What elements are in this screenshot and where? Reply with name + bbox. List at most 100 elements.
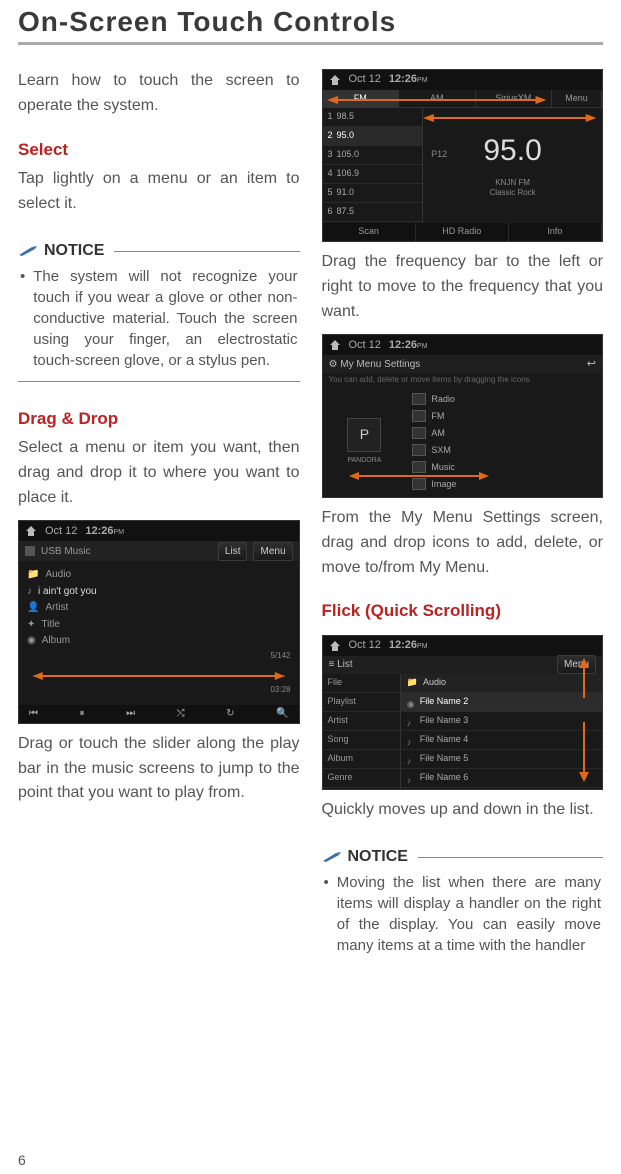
menu-button[interactable]: Menu bbox=[253, 542, 292, 562]
music-icon bbox=[412, 461, 426, 473]
select-body: Tap lightly on a menu or an item to sele… bbox=[18, 167, 300, 217]
station-id: KNJN FM bbox=[423, 178, 602, 188]
home-icon bbox=[329, 74, 341, 86]
info-button[interactable]: Info bbox=[509, 223, 602, 241]
notice-heading: NOTICE bbox=[18, 239, 104, 264]
pandora-tile[interactable]: P bbox=[347, 418, 381, 452]
preset-row[interactable]: 3 105.0 bbox=[323, 146, 423, 165]
preset-freq: 87.5 bbox=[337, 205, 355, 219]
menu-button[interactable]: Menu bbox=[557, 655, 596, 675]
sxm-icon bbox=[412, 444, 426, 456]
preset-row[interactable]: 4106.9 bbox=[323, 165, 423, 184]
preset-row[interactable]: 591.0 bbox=[323, 184, 423, 203]
list-item[interactable]: ♪ File Name 3 bbox=[401, 712, 602, 731]
menu-item[interactable]: Image bbox=[412, 476, 596, 493]
item-label: Music bbox=[431, 461, 455, 475]
flick-screenshot: Oct 12 12:26PM ≡ List Menu File Playlist… bbox=[322, 635, 604, 790]
item-label: File Name 4 bbox=[420, 733, 469, 747]
list-item[interactable]: ♪ File Name 4 bbox=[401, 731, 602, 750]
notice-bullet: • Moving the list when there are many it… bbox=[322, 872, 604, 966]
item-label: Radio bbox=[431, 393, 455, 407]
status-date: Oct 12 bbox=[349, 637, 381, 654]
music-note-icon: ♪ bbox=[407, 736, 415, 744]
file-icon: ◉ bbox=[407, 698, 415, 706]
mymenu-title: My Menu Settings bbox=[340, 359, 420, 370]
notice-heading: NOTICE bbox=[322, 845, 408, 870]
page-title: On-Screen Touch Controls bbox=[18, 0, 603, 45]
category-list: File Playlist Artist Song Album Genre bbox=[323, 674, 401, 789]
category-item[interactable]: Artist bbox=[323, 712, 400, 731]
pencil-icon bbox=[322, 851, 342, 863]
item-label: File Name 3 bbox=[420, 714, 469, 728]
list-item[interactable]: ◉File Name 2 bbox=[401, 693, 602, 712]
preset-freq: 105.0 bbox=[337, 148, 360, 162]
search-button[interactable]: 🔍 bbox=[272, 706, 292, 722]
pause-button[interactable]: ⏸ bbox=[76, 706, 89, 722]
status-date: Oct 12 bbox=[349, 337, 381, 354]
menu-item[interactable]: FM bbox=[412, 408, 596, 425]
track-name: i ain't got you bbox=[38, 584, 97, 600]
menu-item[interactable]: SXM bbox=[412, 442, 596, 459]
notice-label: NOTICE bbox=[348, 845, 408, 870]
mymenu-hint: You can add, delete or move items by dra… bbox=[323, 373, 603, 387]
menu-item[interactable]: AM bbox=[412, 425, 596, 442]
preset-freq: 106.9 bbox=[337, 167, 360, 181]
category-item[interactable]: File bbox=[323, 674, 400, 693]
item-label: FM bbox=[431, 410, 444, 424]
preset-num: 3 bbox=[328, 148, 333, 162]
menu-button[interactable]: Menu bbox=[552, 90, 602, 107]
preset-num: 6 bbox=[328, 205, 333, 219]
flick-caption: Quickly moves up and down in the list. bbox=[322, 798, 604, 823]
intro-text: Learn how to touch the screen to operate… bbox=[18, 69, 300, 119]
tab-siriusxm[interactable]: SiriusXM bbox=[476, 90, 553, 107]
elapsed-time: 03:28 bbox=[27, 684, 291, 696]
preset-row[interactable]: 295.0 bbox=[323, 127, 423, 146]
preset-row[interactable]: 198.5 bbox=[323, 108, 423, 127]
preset-row[interactable]: 687.5 bbox=[323, 203, 423, 222]
next-button[interactable]: ⏭ bbox=[122, 706, 139, 722]
notice-bullet: • The system will not recognize your tou… bbox=[18, 266, 300, 382]
preset-freq: 91.0 bbox=[337, 186, 355, 200]
status-date: Oct 12 bbox=[45, 523, 77, 540]
list-item[interactable]: ♪File Name 5 bbox=[401, 750, 602, 769]
list-button[interactable]: List bbox=[218, 542, 248, 562]
back-button[interactable]: ↩ bbox=[587, 356, 596, 373]
playback-controls: ⏮ ⏸ ⏭ ⤭ ↻ 🔍 bbox=[19, 705, 299, 723]
category-item[interactable]: Song bbox=[323, 731, 400, 750]
status-ampm: PM bbox=[417, 643, 428, 650]
tab-fm[interactable]: FM bbox=[323, 90, 400, 107]
file-list[interactable]: 📁Audio ◉File Name 2 ♪File Name 3 ♪File N… bbox=[401, 674, 602, 789]
category-item[interactable]: Genre bbox=[323, 769, 400, 788]
hd-radio-button[interactable]: HD Radio bbox=[416, 223, 509, 241]
drag-drop-heading: Drag & Drop bbox=[18, 406, 300, 432]
bullet-dot-icon: • bbox=[20, 266, 25, 371]
drag-drop-body: Select a menu or item you want, then dra… bbox=[18, 436, 300, 510]
prev-button[interactable]: ⏮ bbox=[25, 706, 42, 722]
scan-button[interactable]: Scan bbox=[323, 223, 416, 241]
item-label: Image bbox=[431, 478, 456, 492]
meta-title: Title bbox=[41, 617, 60, 633]
shuffle-button[interactable]: ⤭ bbox=[173, 706, 189, 722]
menu-item[interactable]: Music bbox=[412, 459, 596, 476]
tab-am[interactable]: AM bbox=[399, 90, 476, 107]
home-icon bbox=[25, 525, 37, 537]
progress-track[interactable] bbox=[33, 675, 285, 677]
category-item[interactable]: Playlist bbox=[323, 693, 400, 712]
notice-text: The system will not recognize your touch… bbox=[33, 266, 297, 371]
track-count: 5/142 bbox=[27, 650, 291, 662]
status-ampm: PM bbox=[417, 77, 428, 84]
category-item[interactable]: Album bbox=[323, 750, 400, 769]
music-note-icon: ♪ bbox=[407, 717, 415, 725]
preset-num: 5 bbox=[328, 186, 333, 200]
preset-num: 1 bbox=[328, 110, 333, 124]
flick-heading: Flick (Quick Scrolling) bbox=[322, 598, 604, 624]
item-label: File Name 6 bbox=[420, 771, 469, 785]
preset-num: 2 bbox=[328, 129, 333, 143]
status-time: 12:26 bbox=[389, 73, 417, 85]
repeat-button[interactable]: ↻ bbox=[222, 706, 238, 722]
radio-screenshot: Oct 12 12:26PM FM AM SiriusXM Menu bbox=[322, 69, 604, 242]
menu-item[interactable]: Radio bbox=[412, 391, 596, 408]
list-item[interactable]: ♪File Name 6 bbox=[401, 769, 602, 788]
radio-caption: Drag the frequency bar to the left or ri… bbox=[322, 250, 604, 324]
list-header: 📁Audio bbox=[401, 674, 602, 693]
